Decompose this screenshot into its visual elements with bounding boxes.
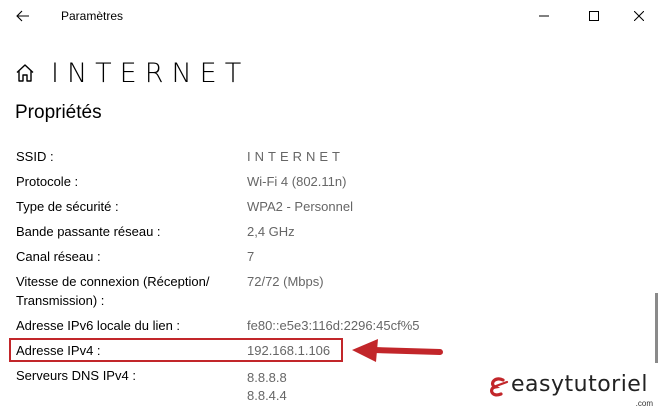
maximize-button[interactable] <box>571 2 617 30</box>
red-arrow-icon <box>352 339 443 362</box>
link-speed-label: Vitesse de connexion (Réception/ Transmi… <box>16 274 210 308</box>
protocol-label: Protocole : <box>16 174 79 189</box>
brand-domain: .com <box>635 399 653 408</box>
page-heading: INTERNET <box>15 57 249 89</box>
brand-name: easytutoriel <box>511 372 648 397</box>
ipv4-highlight-box <box>9 338 343 362</box>
title-bar: Paramètres <box>0 0 662 32</box>
dns-server-primary-value[interactable]: 8.8.8.8 <box>247 368 287 387</box>
minimize-icon <box>539 15 549 17</box>
section-title: Propriétés <box>15 102 102 123</box>
security-type-value[interactable]: WPA2 - Personnel <box>247 197 353 216</box>
protocol-value[interactable]: Wi-Fi 4 (802.11n) <box>247 172 346 191</box>
ipv6-address-label: Adresse IPv6 locale du lien : <box>16 318 181 333</box>
maximize-icon <box>589 11 599 21</box>
dns-servers-label: Serveurs DNS IPv4 : <box>16 368 136 383</box>
ssid-label: SSID : <box>16 149 54 164</box>
scrollbar[interactable] <box>655 293 658 363</box>
home-icon <box>15 62 37 84</box>
security-type-label: Type de sécurité : <box>16 199 119 214</box>
network-band-label: Bande passante réseau : <box>16 224 161 239</box>
dns-server-secondary-value[interactable]: 8.8.4.4 <box>247 386 287 405</box>
back-arrow-icon <box>16 10 29 22</box>
link-speed-value[interactable]: 72/72 (Mbps) <box>247 272 324 291</box>
network-channel-value[interactable]: 7 <box>247 247 254 266</box>
minimize-button[interactable] <box>521 2 567 30</box>
network-channel-label: Canal réseau : <box>16 249 101 264</box>
brand-mark-icon <box>490 377 509 397</box>
network-band-value[interactable]: 2,4 GHz <box>247 222 295 241</box>
watermark-logo: easytutoriel .com <box>487 372 657 408</box>
close-button[interactable] <box>616 2 662 30</box>
close-icon <box>634 11 644 21</box>
ssid-value[interactable]: INTERNET <box>247 147 344 166</box>
network-name: INTERNET <box>51 57 250 89</box>
ipv6-address-value[interactable]: fe80::e5e3:116d:2296:45cf%5 <box>247 316 420 335</box>
back-button[interactable] <box>10 5 36 27</box>
app-title: Paramètres <box>61 9 124 23</box>
